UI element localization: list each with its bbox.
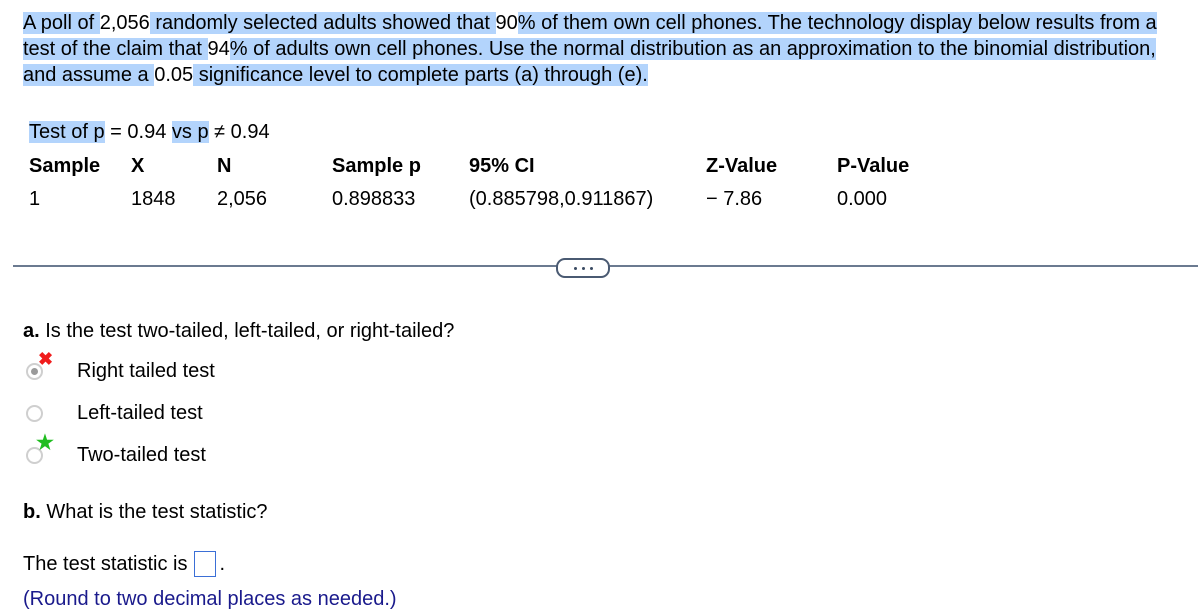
ellipsis-dot-icon xyxy=(581,266,585,270)
part-b-question: b. What is the test statistic? xyxy=(23,499,268,525)
statement-before: The test statistic is xyxy=(23,553,188,575)
test-statistic-input[interactable] xyxy=(193,551,216,577)
col-header-ci: 95% CI xyxy=(469,155,535,177)
statement-text: significance level to complete parts (a)… xyxy=(193,64,648,86)
cell-sample: 1 xyxy=(29,188,41,210)
statement-value: 94 xyxy=(207,38,230,60)
part-a-prefix: a. xyxy=(23,320,40,342)
option-right-tailed[interactable]: ✖ Right tailed test xyxy=(26,350,215,384)
ellipsis-dot-icon xyxy=(589,266,593,270)
option-label: Left-tailed test xyxy=(77,401,203,424)
test-statistic-statement: The test statistic is . xyxy=(23,551,225,577)
col-header-sample-p: Sample p xyxy=(332,155,421,177)
expand-more-button[interactable] xyxy=(556,258,610,278)
statement-text: randomly selected adults showed that xyxy=(149,12,496,34)
part-a-question: a. Is the test two-tailed, left-tailed, … xyxy=(23,318,454,344)
problem-statement: A poll of 2,056 randomly selected adults… xyxy=(23,10,1183,88)
option-two-tailed[interactable]: ★ Two-tailed test xyxy=(26,433,206,468)
cell-ci: (0.885798,0.911867) xyxy=(469,188,654,210)
incorrect-x-icon: ✖ xyxy=(38,349,54,369)
radio-button[interactable] xyxy=(26,404,43,422)
null-hypothesis: = 0.94 xyxy=(104,121,172,143)
ellipsis-dot-icon xyxy=(573,266,577,270)
col-header-p-value: P-Value xyxy=(837,155,910,177)
alt-hypothesis: ≠ 0.94 xyxy=(208,121,270,143)
vs-label: vs p xyxy=(171,121,209,143)
col-header-sample: Sample xyxy=(29,155,101,177)
option-label: Right tailed test xyxy=(77,359,215,382)
option-label: Two-tailed test xyxy=(77,443,206,466)
cell-z-value: − 7.86 xyxy=(706,188,763,210)
cell-n: 2,056 xyxy=(217,188,268,210)
statement-text: A poll of xyxy=(23,12,100,34)
statement-value: 0.05 xyxy=(154,64,194,86)
statement-value: 90 xyxy=(495,12,518,34)
statement-value: 2,056 xyxy=(99,12,150,34)
part-b-prefix: b. xyxy=(23,501,41,523)
cell-x: 1848 xyxy=(131,188,176,210)
option-left-tailed[interactable]: Left-tailed test xyxy=(26,400,203,426)
test-label: Test of p xyxy=(29,121,105,143)
col-header-z-value: Z-Value xyxy=(706,155,778,177)
correct-star-icon: ★ xyxy=(36,432,54,454)
cell-sample-p: 0.898833 xyxy=(332,188,416,210)
col-header-x: X xyxy=(131,155,145,177)
part-b-text: What is the test statistic? xyxy=(40,501,268,523)
rounding-hint: (Round to two decimal places as needed.) xyxy=(23,588,397,610)
cell-p-value: 0.000 xyxy=(837,188,888,210)
statement-after: . xyxy=(219,553,226,575)
col-header-n: N xyxy=(217,155,232,177)
part-a-text: Is the test two-tailed, left-tailed, or … xyxy=(39,320,455,342)
test-hypothesis-line: Test of p = 0.94 vs p ≠ 0.94 xyxy=(29,119,270,145)
